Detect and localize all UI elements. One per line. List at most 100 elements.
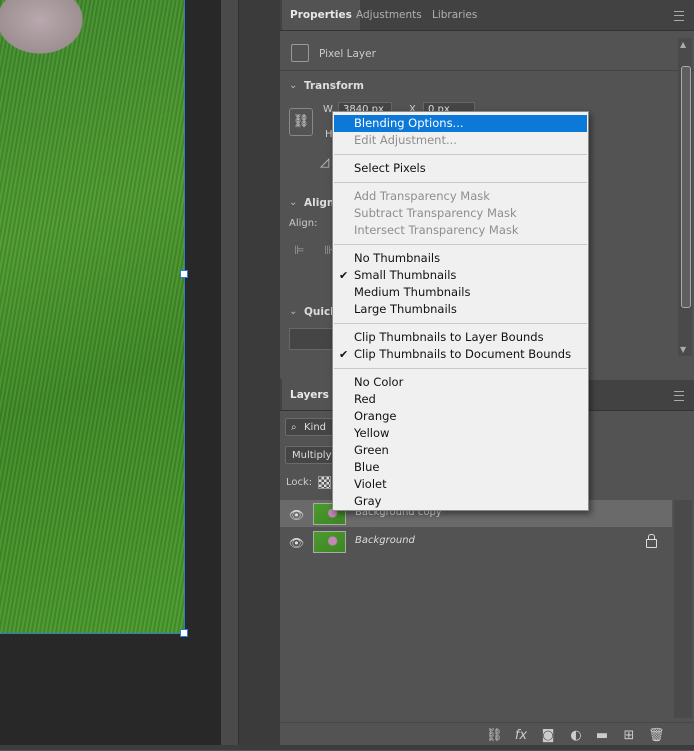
menu-item-select-pixels[interactable]: Select Pixels: [334, 160, 587, 177]
menu-item-label: Medium Thumbnails: [354, 285, 471, 299]
align-left-icon[interactable]: ⊫: [294, 243, 304, 257]
menu-item-large-thumbnails[interactable]: Large Thumbnails: [334, 301, 587, 318]
layer-thumbnail: [313, 531, 346, 553]
menu-item-label: Clip Thumbnails to Layer Bounds: [354, 330, 544, 344]
link-icon[interactable]: ⛓: [486, 728, 503, 743]
layer-context-menu: Blending Options... Edit Adjustment... Sel…: [332, 111, 589, 511]
menu-item-subtract-transparency-mask: Subtract Transparency Mask: [334, 205, 587, 222]
menu-item-add-transparency-mask: Add Transparency Mask: [334, 188, 587, 205]
checkmark-icon: ✔: [339, 348, 349, 361]
scroll-down-icon[interactable]: ▼: [680, 345, 686, 354]
tab-adjustments[interactable]: Adjustments: [348, 0, 430, 30]
selection-bound-right: [184, 0, 185, 634]
menu-item-label: Intersect Transparency Mask: [354, 223, 519, 237]
menu-item-label: Gray: [354, 494, 382, 508]
menu-item-edit-adjustment: Edit Adjustment...: [334, 132, 587, 149]
scroll-thumb[interactable]: [681, 66, 691, 308]
menu-item-medium-thumbnails[interactable]: Medium Thumbnails: [334, 284, 587, 301]
canvas-vertical-scrollbar[interactable]: [221, 0, 238, 750]
folder-icon[interactable]: ▬: [594, 728, 610, 743]
visibility-eye-icon[interactable]: 👁: [289, 536, 304, 550]
link-dimensions-button[interactable]: ⛓: [289, 108, 313, 136]
selection-bound-bottom: [0, 633, 185, 634]
layers-scrollbar[interactable]: [674, 500, 692, 718]
menu-item-label: Small Thumbnails: [354, 268, 457, 282]
transform-section-header[interactable]: ⌄ Transform: [280, 77, 680, 97]
menu-item-blue[interactable]: Blue: [334, 459, 587, 476]
menu-item-clip-thumbnails-to-document-bounds[interactable]: ✔ Clip Thumbnails to Document Bounds: [334, 346, 587, 363]
visibility-eye-icon[interactable]: 👁: [289, 508, 304, 522]
panel-dock-collapsed: [238, 0, 281, 750]
menu-item-label: Blending Options...: [354, 116, 464, 130]
menu-item-violet[interactable]: Violet: [334, 476, 587, 493]
menu-item-label: Orange: [354, 409, 397, 423]
menu-item-label: Green: [354, 443, 389, 457]
menu-item-yellow[interactable]: Yellow: [334, 425, 587, 442]
tab-libraries[interactable]: Libraries: [424, 0, 485, 30]
scroll-up-icon[interactable]: ▲: [680, 40, 686, 49]
menu-item-clip-thumbnails-to-layer-bounds[interactable]: Clip Thumbnails to Layer Bounds: [334, 329, 587, 346]
menu-separator: [334, 182, 587, 183]
menu-item-label: Subtract Transparency Mask: [354, 206, 517, 220]
status-strip: [0, 745, 694, 750]
layer-type-label: Pixel Layer: [319, 48, 376, 60]
mask-icon[interactable]: ◙: [540, 728, 556, 743]
lock-label: Lock:: [286, 477, 313, 488]
menu-item-label: No Thumbnails: [354, 251, 441, 265]
menu-item-label: Blue: [354, 460, 380, 474]
chevron-down-icon: ⌄: [289, 197, 298, 208]
menu-item-blending-options[interactable]: Blending Options...: [334, 115, 587, 132]
menu-item-gray[interactable]: Gray: [334, 493, 587, 510]
panel-menu-icon[interactable]: [674, 11, 684, 21]
align-title: Align: [304, 197, 335, 209]
layer-name: Background: [355, 535, 415, 546]
checkmark-icon: ✔: [339, 269, 349, 282]
align-label: Align:: [289, 218, 318, 229]
menu-item-red[interactable]: Red: [334, 391, 587, 408]
layer-filter-kind[interactable]: ⌕ Kind: [285, 418, 335, 436]
transform-title: Transform: [304, 80, 364, 92]
menu-item-orange[interactable]: Orange: [334, 408, 587, 425]
document-canvas[interactable]: [0, 0, 238, 750]
adjustment-icon[interactable]: ◐: [568, 728, 584, 743]
menu-separator: [334, 323, 587, 324]
menu-item-label: Large Thumbnails: [354, 302, 457, 316]
trash-icon[interactable]: 🗑: [648, 728, 665, 743]
tab-layers[interactable]: Layers: [282, 380, 337, 410]
menu-item-label: Clip Thumbnails to Document Bounds: [354, 347, 572, 361]
pixel-layer-icon: [291, 44, 309, 62]
blend-mode-select[interactable]: Multiply: [285, 446, 337, 464]
chevron-down-icon: ⌄: [289, 306, 298, 317]
menu-item-intersect-transparency-mask: Intersect Transparency Mask: [334, 222, 587, 239]
menu-item-no-color[interactable]: No Color: [334, 374, 587, 391]
menu-separator: [334, 244, 587, 245]
menu-item-small-thumbnails[interactable]: ✔ Small Thumbnails: [334, 267, 587, 284]
kind-label: Kind: [304, 422, 327, 433]
properties-tabbar: Properties Adjustments Libraries: [280, 0, 694, 31]
transform-handle-right[interactable]: [180, 270, 188, 278]
new-layer-icon[interactable]: ⊞: [621, 728, 637, 743]
canvas-image[interactable]: [0, 0, 184, 634]
menu-item-label: No Color: [354, 375, 404, 389]
search-icon: ⌕: [291, 422, 297, 433]
menu-item-label: Edit Adjustment...: [354, 133, 457, 147]
transform-handle-bottom-right[interactable]: [180, 629, 188, 637]
menu-item-label: Red: [354, 392, 376, 406]
lock-icon: [646, 534, 657, 548]
chevron-down-icon: ⌄: [289, 80, 298, 91]
menu-separator: [334, 154, 587, 155]
lock-transparency-icon[interactable]: [318, 476, 331, 489]
fx-icon[interactable]: fx: [513, 728, 529, 743]
menu-item-label: Yellow: [354, 426, 390, 440]
menu-item-green[interactable]: Green: [334, 442, 587, 459]
menu-item-label: Add Transparency Mask: [354, 189, 490, 203]
layer-type-row: Pixel Layer: [280, 38, 694, 71]
layer-row-background[interactable]: 👁 Background: [280, 528, 672, 555]
panel-menu-icon[interactable]: [674, 391, 684, 401]
menu-separator: [334, 368, 587, 369]
angle-icon[interactable]: ◿: [320, 155, 329, 169]
menu-item-no-thumbnails[interactable]: No Thumbnails: [334, 250, 587, 267]
menu-item-label: Select Pixels: [354, 161, 426, 175]
menu-item-label: Violet: [354, 477, 387, 491]
properties-scrollbar[interactable]: ▲ ▼: [678, 38, 692, 356]
